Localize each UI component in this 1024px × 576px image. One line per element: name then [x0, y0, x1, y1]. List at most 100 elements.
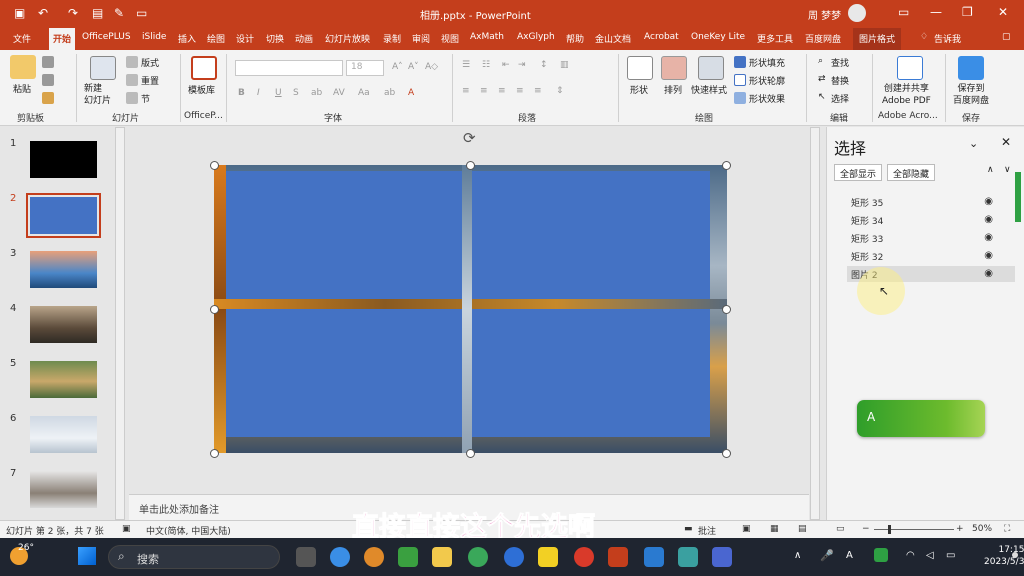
text-direction-icon[interactable]: ⇕	[556, 86, 564, 96]
shapes-icon[interactable]	[627, 56, 653, 80]
powerpoint-icon[interactable]	[608, 547, 628, 567]
shape-outline-button[interactable]: 形状轮廓	[749, 74, 785, 87]
selection-item[interactable]: 矩形 33 ◉	[847, 230, 1015, 246]
template-icon[interactable]	[191, 56, 217, 80]
tab-help[interactable]: 帮助	[566, 32, 584, 45]
distribute-icon[interactable]: ≡	[534, 86, 542, 96]
shapes-button[interactable]: 形状	[630, 83, 648, 96]
baidu-icon[interactable]	[958, 56, 984, 80]
slide-thumbnail-6[interactable]	[30, 416, 97, 453]
align-left-icon[interactable]: ≡	[462, 86, 470, 96]
increase-indent-icon[interactable]: ⇥	[518, 60, 526, 70]
resize-handle-mr[interactable]	[722, 305, 731, 314]
numbering-icon[interactable]: ☷	[482, 60, 490, 70]
section-button[interactable]: 节	[141, 92, 150, 105]
selection-item[interactable]: 矩形 35 ◉	[847, 194, 1015, 210]
align-center-icon[interactable]: ≡	[480, 86, 488, 96]
replace-button[interactable]: 替换	[831, 74, 849, 87]
tab-wps-docs[interactable]: 金山文档	[595, 32, 631, 45]
microphone-icon[interactable]: 🎤	[820, 549, 834, 562]
store-icon[interactable]	[398, 547, 418, 567]
slide-thumbnail-2[interactable]	[26, 193, 101, 238]
thumbnail-scrollbar[interactable]	[115, 127, 125, 520]
tab-slideshow[interactable]: 幻灯片放映	[325, 32, 370, 45]
slide-thumbnail-4[interactable]	[30, 306, 97, 343]
font-shrink-icon[interactable]: A˅	[408, 62, 419, 72]
tab-axmath[interactable]: AxMath	[470, 32, 504, 42]
zoom-slider[interactable]	[874, 529, 954, 530]
resize-handle-bm[interactable]	[466, 449, 475, 458]
shield-app-icon[interactable]	[678, 547, 698, 567]
tab-transitions[interactable]: 切换	[266, 32, 284, 45]
eye-icon[interactable]: ◉	[984, 250, 993, 261]
notes-app-icon[interactable]	[538, 547, 558, 567]
tray-expand-icon[interactable]: ∧	[794, 550, 801, 561]
eye-icon[interactable]: ◉	[984, 196, 993, 207]
wifi-icon[interactable]: ◠	[906, 550, 915, 561]
paste-icon[interactable]	[10, 55, 36, 79]
adobe-pdf-button[interactable]: 创建并共享 Adobe PDF	[882, 83, 931, 107]
resize-handle-br[interactable]	[722, 449, 731, 458]
redo-icon[interactable]: ↷	[68, 6, 78, 20]
cut-icon[interactable]	[42, 56, 54, 68]
more-icon[interactable]: ▭	[136, 6, 147, 20]
input-method-widget[interactable]: A	[857, 400, 985, 437]
slide-thumbnail-5[interactable]	[30, 361, 97, 398]
find-button[interactable]: 查找	[831, 56, 849, 69]
eye-icon[interactable]: ◉	[984, 268, 993, 279]
slide-thumbnail-7[interactable]	[30, 471, 97, 508]
tab-onekey[interactable]: OneKey Lite	[691, 32, 745, 42]
resize-handle-tl[interactable]	[210, 161, 219, 170]
font-size-combo[interactable]: 18	[346, 60, 384, 76]
reset-button[interactable]: 重置	[141, 74, 159, 87]
justify-icon[interactable]: ≡	[516, 86, 524, 96]
paste-button[interactable]: 粘贴	[13, 82, 31, 95]
align-right-icon[interactable]: ≡	[498, 86, 506, 96]
tab-picture-format[interactable]: 图片格式	[853, 28, 902, 50]
resize-handle-tm[interactable]	[466, 161, 475, 170]
show-all-button[interactable]: 全部显示	[834, 164, 883, 181]
taskbar-search[interactable]: ⌕ 搜索	[108, 545, 280, 569]
save-icon[interactable]: ▣	[14, 6, 25, 20]
underline-icon[interactable]: U	[275, 88, 282, 98]
record-app-icon[interactable]	[574, 547, 594, 567]
tab-draw[interactable]: 绘图	[207, 32, 225, 45]
rotate-handle-icon[interactable]: ⟳	[463, 129, 476, 147]
font-name-combo[interactable]	[235, 60, 343, 76]
zoom-in-icon[interactable]: +	[956, 524, 964, 534]
bring-forward-icon[interactable]: ∧	[987, 165, 994, 175]
change-case-icon[interactable]: Aa	[358, 88, 370, 98]
taskbar-clock[interactable]: 17:15 2023/5/3	[984, 544, 1024, 568]
search-app-icon[interactable]	[364, 547, 384, 567]
arrange-icon[interactable]	[661, 56, 687, 80]
shape-effect-button[interactable]: 形状效果	[749, 92, 785, 105]
reading-view-icon[interactable]: ▤	[798, 524, 807, 534]
green-tray-icon[interactable]	[874, 548, 888, 562]
font-grow-icon[interactable]: A˄	[392, 62, 403, 72]
columns-icon[interactable]: ▥	[560, 60, 569, 70]
bold-icon[interactable]: B	[238, 88, 245, 98]
eye-icon[interactable]: ◉	[984, 232, 993, 243]
template-button[interactable]: 模板库	[188, 83, 215, 96]
tab-acrobat[interactable]: Acrobat	[644, 32, 679, 42]
pane-scrollbar[interactable]	[1015, 172, 1021, 222]
tab-officeplus[interactable]: OfficePLUS	[82, 32, 131, 42]
new-slide-icon[interactable]	[90, 56, 116, 80]
avatar[interactable]	[848, 4, 866, 22]
tab-insert[interactable]: 插入	[178, 32, 196, 45]
normal-view-icon[interactable]: ▣	[742, 524, 751, 534]
pen-app-icon[interactable]	[712, 547, 732, 567]
tab-file[interactable]: 文件	[13, 32, 31, 45]
canvas-scrollbar[interactable]	[810, 127, 820, 520]
send-backward-icon[interactable]: ∨	[1004, 165, 1011, 175]
volume-icon[interactable]: ◁	[926, 550, 934, 561]
start-icon[interactable]	[78, 547, 96, 565]
pane-options-icon[interactable]: ⌄	[969, 137, 978, 150]
share-icon[interactable]: ▢	[1002, 32, 1011, 42]
tab-baidu[interactable]: 百度网盘	[805, 32, 841, 45]
close-icon[interactable]: ✕	[998, 5, 1008, 19]
arrange-button[interactable]: 排列	[664, 83, 682, 96]
selection-item[interactable]: 矩形 32 ◉	[847, 248, 1015, 264]
highlight-icon[interactable]: ab	[384, 88, 395, 98]
battery-icon[interactable]: ▭	[946, 550, 955, 561]
